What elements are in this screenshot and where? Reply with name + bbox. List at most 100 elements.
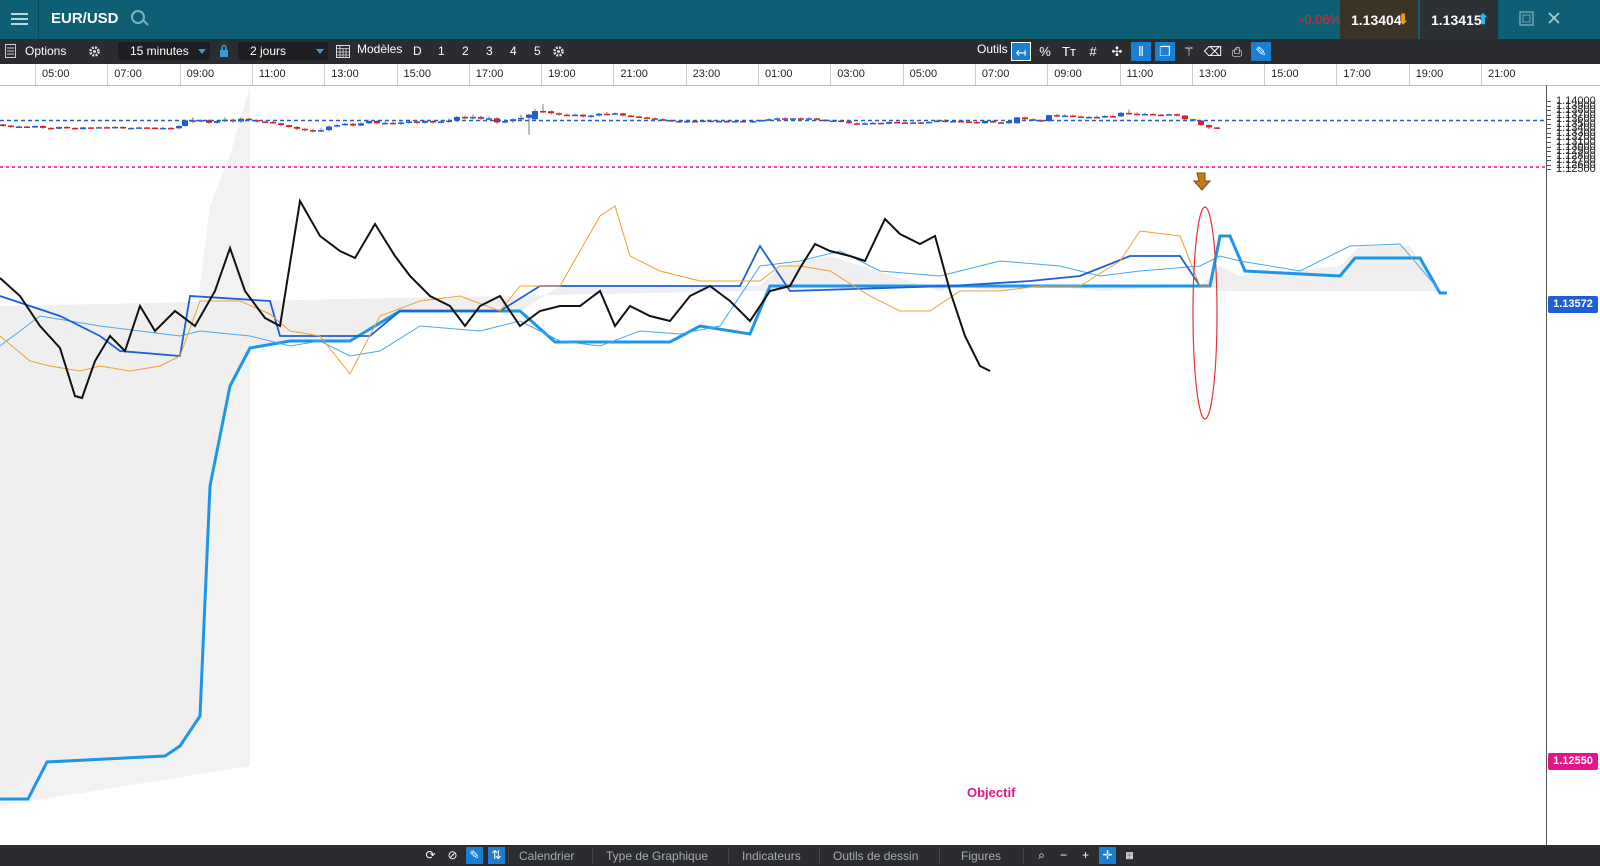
candle-body	[406, 121, 412, 123]
candle-body	[644, 117, 650, 119]
price-tick	[1546, 101, 1551, 102]
candle-body	[1070, 115, 1076, 118]
candle-body	[1022, 117, 1028, 120]
text-size-icon[interactable]: Tт	[1059, 42, 1079, 61]
candle-body	[486, 118, 492, 120]
indicator-icon[interactable]: ⚚	[1179, 42, 1199, 61]
close-icon[interactable]	[1540, 0, 1568, 39]
candle-body	[262, 121, 268, 123]
candle-body	[526, 114, 532, 118]
candle-body	[894, 121, 900, 124]
preset-3[interactable]: 3	[486, 44, 493, 58]
time-tick	[324, 64, 326, 85]
preset-5[interactable]: 5	[534, 44, 541, 58]
zoom-in-icon[interactable]: +	[1077, 847, 1094, 864]
preset-4[interactable]: 4	[510, 44, 517, 58]
pencil-icon[interactable]: ✎	[466, 847, 483, 864]
percent-icon[interactable]: %	[1035, 42, 1055, 61]
bid-price: 1.13404	[1351, 12, 1402, 28]
price-tick	[1546, 151, 1551, 153]
time-tick	[541, 64, 543, 85]
lock-icon[interactable]	[219, 44, 229, 58]
crosshair-icon[interactable]: ✛	[1099, 847, 1116, 864]
candle-body	[1102, 116, 1108, 118]
sell-price-button[interactable]: 1.13404 ⬇	[1340, 0, 1418, 39]
chart-toolbar: Options 15 minutes 2 jours Modèles D 1 2…	[0, 39, 1600, 64]
settings-icon[interactable]	[552, 45, 565, 58]
candle-body	[168, 127, 174, 130]
interval-select[interactable]: 15 minutes	[118, 42, 210, 60]
candle-body	[886, 121, 892, 124]
grid-icon[interactable]: #	[1083, 42, 1103, 61]
magnet-icon[interactable]: ⇅	[488, 847, 505, 864]
candle-body	[358, 123, 364, 126]
candle-body	[48, 127, 54, 130]
candle-body	[926, 121, 932, 124]
zoom-out-icon[interactable]: −	[1055, 847, 1072, 864]
layers-icon[interactable]: ❐	[1155, 42, 1175, 61]
time-tick	[902, 64, 904, 85]
search-icon[interactable]	[131, 10, 145, 24]
instrument-title: EUR/USD	[51, 10, 119, 27]
tag-icon[interactable]: ⌫	[1203, 42, 1223, 61]
settings-draw-icon[interactable]: ✎	[1251, 42, 1271, 61]
candle-body	[144, 127, 150, 129]
bottom-toolbar: ⟳ ⊘ ✎ ⇅ Calendrier Type de Graphique Ind…	[0, 845, 1600, 866]
document-icon[interactable]	[5, 44, 16, 58]
gear-icon[interactable]	[88, 45, 101, 58]
candle-body	[334, 125, 340, 127]
candle-body	[620, 113, 626, 116]
price-tick	[1546, 114, 1551, 116]
target-label: Objectif	[967, 785, 1016, 800]
candles-icon[interactable]: ⫴	[1131, 42, 1151, 61]
candle-body	[1158, 114, 1164, 117]
time-tick	[758, 64, 759, 85]
ask-price: 1.13415	[1431, 12, 1482, 28]
candle-body	[990, 121, 996, 123]
price-tick	[1546, 164, 1551, 166]
drawing-tools-menu[interactable]: Outils de dessin	[833, 849, 918, 863]
options-menu[interactable]: Options	[25, 44, 66, 58]
calendar-icon[interactable]	[336, 44, 350, 58]
candle-body	[24, 126, 30, 128]
crosshair-icon[interactable]: ✣	[1107, 42, 1127, 61]
price-tick	[1546, 160, 1551, 162]
calendar-menu[interactable]: Calendrier	[519, 849, 574, 863]
candle-body	[806, 118, 812, 120]
arrow-left-icon[interactable]: ↤	[1011, 42, 1031, 61]
detach-window-icon[interactable]	[1512, 0, 1540, 39]
candle-body	[1110, 116, 1116, 118]
period-select[interactable]: 2 jours	[238, 42, 328, 60]
candle-body	[136, 127, 142, 129]
candle-body	[652, 118, 658, 120]
chevron-down-icon	[316, 49, 324, 54]
candle-body	[790, 118, 796, 120]
candle-body	[478, 116, 484, 119]
models-menu[interactable]: Modèles	[357, 42, 402, 56]
cancel-icon[interactable]: ⊘	[444, 847, 461, 864]
zoom-icon[interactable]: ⌕	[1033, 847, 1050, 864]
preset-1[interactable]: 1	[438, 44, 445, 58]
price-tick	[1546, 137, 1551, 139]
tools-menu[interactable]: Outils	[977, 42, 1008, 56]
candle-body	[518, 117, 524, 120]
time-tick	[1119, 64, 1121, 85]
candle-body	[878, 122, 884, 125]
candle-body	[966, 121, 972, 123]
indicators-menu[interactable]: Indicateurs	[742, 849, 801, 863]
scale-icon[interactable]: ▦	[1121, 847, 1138, 864]
print-icon[interactable]: ⎙	[1227, 42, 1247, 61]
candle-body	[862, 123, 868, 125]
preset-2[interactable]: 2	[462, 44, 469, 58]
price-chart[interactable]	[0, 86, 1546, 845]
candle-body	[782, 118, 788, 120]
menu-icon[interactable]	[0, 0, 39, 39]
buy-price-button[interactable]: 1.13415 ⬆	[1420, 0, 1498, 39]
chart-type-menu[interactable]: Type de Graphique	[606, 849, 708, 863]
time-label: 01:00	[765, 68, 793, 80]
figures-menu[interactable]: Figures	[961, 849, 1001, 863]
refresh-icon[interactable]: ⟳	[422, 847, 439, 864]
candle-body	[958, 121, 964, 123]
candle-body	[692, 121, 698, 123]
preset-d[interactable]: D	[413, 44, 422, 58]
